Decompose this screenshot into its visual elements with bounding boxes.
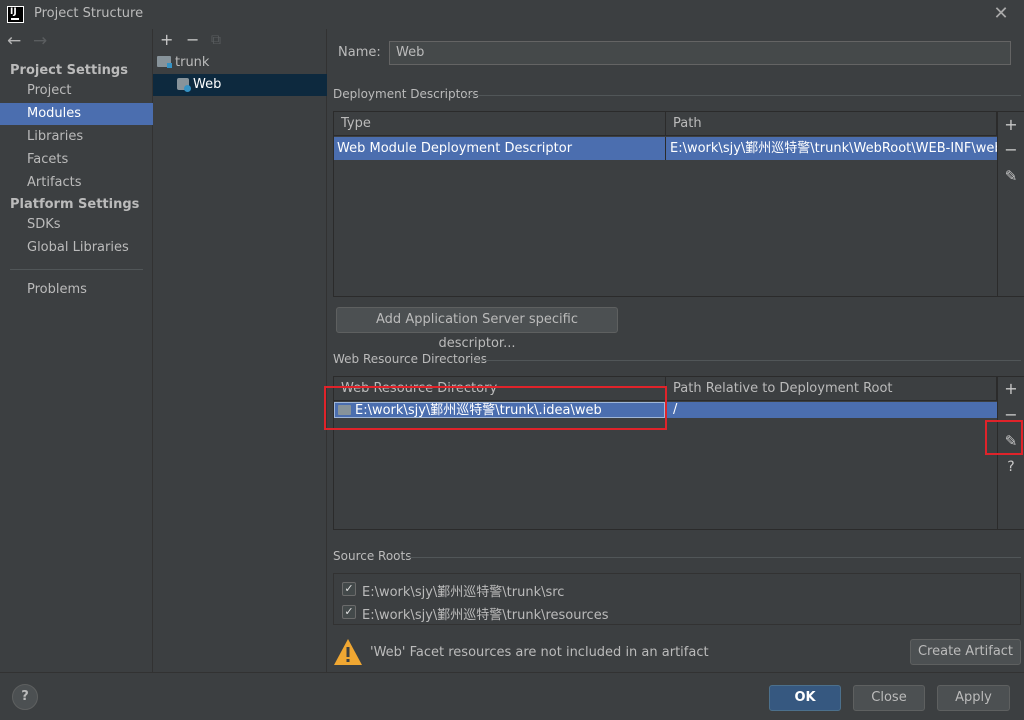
close-window-icon[interactable]: ✕: [991, 4, 1011, 24]
project-settings-header: Project Settings: [10, 63, 128, 78]
add-server-descriptor-button[interactable]: Add Application Server specific descript…: [336, 307, 618, 351]
relative-path-cell: /: [673, 402, 678, 417]
tree-node-web[interactable]: Web: [153, 74, 327, 96]
window-title: Project Structure: [34, 6, 144, 21]
sidebar-item-global-libraries[interactable]: Global Libraries: [0, 237, 153, 259]
ok-button[interactable]: OK: [769, 685, 841, 711]
sidebar-item-artifacts[interactable]: Artifacts: [0, 172, 153, 194]
column-header-type[interactable]: Type: [334, 112, 666, 136]
source-root-checkbox[interactable]: ✓: [342, 605, 356, 619]
highlight-box-edit: [985, 420, 1023, 455]
remove-icon[interactable]: −: [186, 30, 199, 50]
source-root-label: E:\work\sjy\鄞州巡特警\trunk\resources: [362, 608, 609, 623]
group-divider: [466, 95, 1021, 96]
apply-button[interactable]: Apply: [937, 685, 1010, 711]
sidebar-item-project[interactable]: Project: [0, 80, 153, 102]
highlight-box-directory: [324, 386, 667, 430]
footer-divider: [0, 672, 1024, 673]
descriptor-path-cell: E:\work\sjy\鄞州巡特警\trunk\WebRoot\WEB-INF\…: [670, 141, 997, 156]
sidebar-item-libraries[interactable]: Libraries: [0, 126, 153, 148]
sidebar-item-modules[interactable]: Modules: [0, 103, 153, 125]
warning-message: 'Web' Facet resources are not included i…: [370, 645, 709, 660]
help-button[interactable]: ?: [12, 684, 38, 710]
add-icon[interactable]: +: [160, 30, 173, 50]
group-divider: [408, 557, 1021, 558]
list-item[interactable]: ✓ E:\work\sjy\鄞州巡特警\trunk\src: [342, 580, 942, 600]
column-header-path[interactable]: Path: [666, 112, 997, 136]
title-bar: IJ Project Structure ✕: [0, 0, 1024, 29]
descriptor-type-cell: Web Module Deployment Descriptor: [337, 141, 573, 156]
help-icon[interactable]: ?: [999, 455, 1023, 479]
intellij-app-icon: IJ: [7, 6, 24, 23]
deployment-descriptors-table: Type Path Web Module Deployment Descript…: [333, 111, 998, 297]
edit-pencil-icon[interactable]: ✎: [999, 164, 1023, 188]
copy-icon[interactable]: ⧉: [211, 30, 221, 50]
settings-sidebar: ← → Project Settings Project Modules Lib…: [0, 29, 153, 672]
source-roots-title: Source Roots: [333, 549, 412, 563]
web-facet-icon: [177, 78, 191, 92]
remove-icon[interactable]: −: [999, 138, 1023, 162]
tree-node-trunk[interactable]: trunk: [153, 52, 327, 74]
module-folder-icon: [157, 56, 172, 68]
platform-settings-header: Platform Settings: [10, 197, 140, 212]
name-field[interactable]: Web: [389, 41, 1011, 65]
group-divider: [472, 360, 1021, 361]
web-resource-directories-title: Web Resource Directories: [333, 352, 487, 366]
add-icon[interactable]: +: [999, 377, 1023, 401]
source-root-checkbox[interactable]: ✓: [342, 582, 356, 596]
forward-arrow-icon[interactable]: →: [33, 31, 47, 51]
module-tree-panel: + − ⧉ trunk Web: [153, 29, 327, 672]
tree-node-label: trunk: [175, 55, 210, 70]
column-header-relative-path[interactable]: Path Relative to Deployment Root: [666, 377, 997, 401]
tree-node-label: Web: [193, 77, 222, 92]
warning-icon: [333, 638, 363, 666]
sidebar-item-sdks[interactable]: SDKs: [0, 214, 153, 236]
facet-settings-panel: Name: Web Deployment Descriptors Type Pa…: [324, 29, 1024, 672]
deployment-toolbar: + − ✎: [998, 111, 1024, 297]
sidebar-item-facets[interactable]: Facets: [0, 149, 153, 171]
sidebar-divider: [10, 269, 143, 270]
source-root-label: E:\work\sjy\鄞州巡特警\trunk\src: [362, 585, 565, 600]
list-item[interactable]: ✓ E:\work\sjy\鄞州巡特警\trunk\resources: [342, 603, 942, 623]
table-row[interactable]: Web Module Deployment Descriptor E:\work…: [334, 137, 997, 160]
deployment-descriptors-title: Deployment Descriptors: [333, 87, 479, 101]
close-button[interactable]: Close: [853, 685, 925, 711]
sidebar-item-problems[interactable]: Problems: [0, 279, 153, 301]
name-label: Name:: [338, 45, 381, 60]
create-artifact-button[interactable]: Create Artifact: [910, 639, 1021, 665]
source-roots-list: ✓ E:\work\sjy\鄞州巡特警\trunk\src ✓ E:\work\…: [333, 573, 1021, 625]
add-icon[interactable]: +: [999, 113, 1023, 137]
back-arrow-icon[interactable]: ←: [7, 31, 21, 51]
